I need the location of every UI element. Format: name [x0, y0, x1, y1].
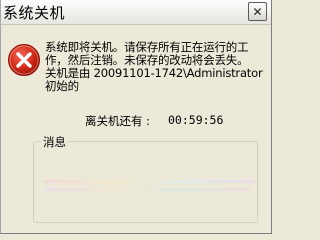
error-icon: [8, 44, 40, 76]
message-groupbox-label: 消息: [41, 134, 68, 150]
countdown-row: 离关机还有 : 00:59:56: [1, 113, 271, 129]
close-icon: ✕: [252, 4, 263, 19]
close-button[interactable]: ✕: [248, 2, 267, 21]
message-line-1: 系统即将关机。请保存所有正在运行的工: [45, 41, 249, 54]
message-line-3: 关机是由 20091101-1742\Administrator: [45, 67, 263, 80]
title-bar[interactable]: 系统关机 ✕: [1, 0, 271, 25]
shutdown-dialog: 系统关机 ✕ 系统即将关机。请保存所有正在运行的工 作，然后注销。未保存的改动将…: [0, 0, 272, 234]
countdown-label: 离关机还有 :: [85, 114, 151, 128]
message-content-blur: [45, 188, 250, 191]
message-line-4: 初始的: [45, 80, 79, 93]
window-title: 系统关机: [3, 4, 66, 22]
message-content-blur: [45, 180, 255, 183]
message-line-2: 作，然后注销。未保存的改动将会丢失。: [45, 54, 249, 67]
shutdown-message: 系统即将关机。请保存所有正在运行的工 作，然后注销。未保存的改动将会丢失。 关机…: [45, 41, 271, 93]
countdown-time: 00:59:56: [168, 113, 224, 127]
